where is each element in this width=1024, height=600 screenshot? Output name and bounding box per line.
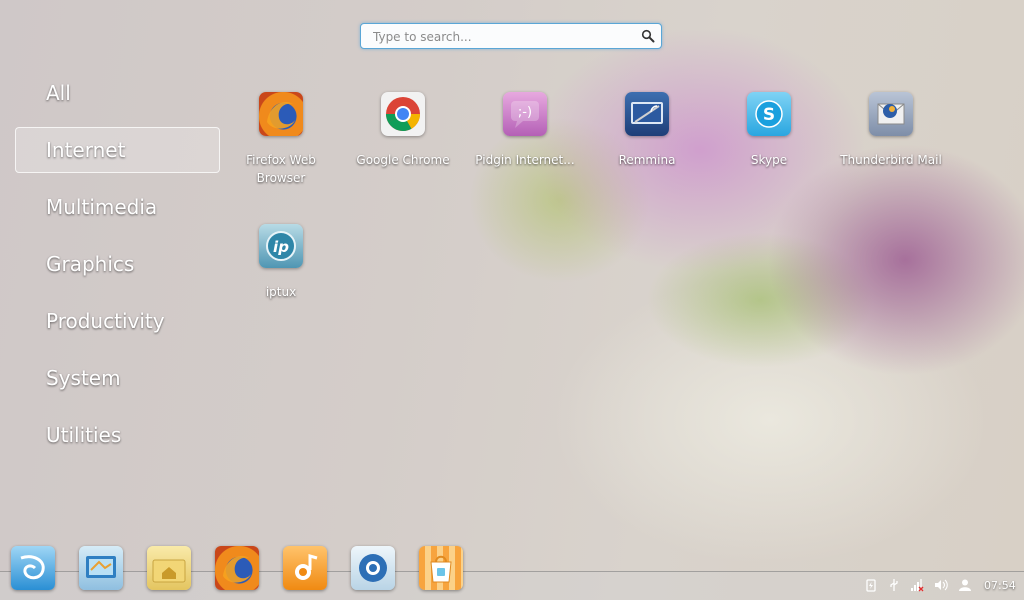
category-graphics[interactable]: Graphics (15, 241, 220, 287)
user-icon[interactable] (958, 578, 972, 592)
app-label: Thunderbird Mail (840, 153, 942, 167)
volume-icon[interactable] (934, 578, 948, 592)
app-remmina[interactable]: Remmina (587, 90, 707, 169)
search-icon[interactable] (641, 29, 655, 43)
pidgin-icon: ;-) (503, 92, 547, 136)
dock-file-manager[interactable] (147, 546, 191, 590)
category-multimedia[interactable]: Multimedia (15, 184, 220, 230)
category-label: Utilities (46, 423, 122, 447)
app-label: Skype (750, 153, 788, 167)
dock-software-center[interactable] (351, 546, 395, 590)
category-label: System (46, 366, 121, 390)
app-skype[interactable]: S Skype (709, 90, 829, 169)
search-box[interactable] (360, 23, 662, 49)
shopping-bag-icon (430, 555, 452, 583)
app-thunderbird[interactable]: Thunderbird Mail (831, 90, 951, 169)
svg-text:S: S (763, 105, 775, 125)
clock[interactable]: 07:54 (984, 579, 1016, 592)
chrome-icon (381, 92, 425, 136)
svg-text:;-): ;-) (518, 105, 532, 120)
skype-icon: S (747, 92, 791, 136)
usb-icon[interactable] (887, 578, 901, 592)
dock-launcher[interactable] (11, 546, 55, 590)
app-pidgin[interactable]: ;-) Pidgin Internet... (465, 90, 585, 169)
category-internet[interactable]: Internet (15, 127, 220, 173)
svg-text:ip: ip (273, 238, 289, 256)
dock-firefox[interactable] (215, 546, 259, 590)
category-system[interactable]: System (15, 355, 220, 401)
category-label: Productivity (46, 309, 165, 333)
app-label: iptux (265, 285, 297, 299)
app-label: Pidgin Internet... (475, 153, 575, 167)
deepin-launcher-icon (20, 555, 45, 580)
power-icon[interactable] (864, 578, 878, 592)
category-label: Graphics (46, 252, 135, 276)
dock-store[interactable] (419, 546, 463, 590)
store-icon (359, 554, 387, 582)
category-label: Multimedia (46, 195, 158, 219)
firefox-icon (259, 92, 303, 136)
category-label: All (46, 81, 71, 105)
firefox-icon (223, 556, 251, 583)
app-iptux[interactable]: ip iptux (221, 222, 341, 301)
music-icon (295, 554, 318, 580)
network-icon[interactable] (910, 578, 924, 592)
category-utilities[interactable]: Utilities (15, 412, 220, 458)
dock-music-player[interactable] (283, 546, 327, 590)
app-label: Firefox Web Browser (246, 153, 316, 185)
desktop-launcher: All Internet Multimedia Graphics Product… (0, 0, 1024, 600)
iptux-icon: ip (259, 224, 303, 268)
dock-control-center[interactable] (79, 546, 123, 590)
category-label: Internet (46, 138, 126, 162)
category-all[interactable]: All (15, 70, 220, 116)
app-label: Remmina (618, 153, 676, 167)
control-center-icon (86, 556, 116, 578)
app-label: Google Chrome (356, 153, 450, 167)
app-chrome[interactable]: Google Chrome (343, 90, 463, 169)
home-folder-icon (152, 559, 186, 583)
app-firefox[interactable]: Firefox Web Browser (221, 90, 341, 187)
thunderbird-icon (869, 92, 913, 136)
category-list: All Internet Multimedia Graphics Product… (15, 70, 220, 469)
search-input[interactable] (371, 26, 637, 48)
remmina-icon (625, 92, 669, 136)
category-productivity[interactable]: Productivity (15, 298, 220, 344)
